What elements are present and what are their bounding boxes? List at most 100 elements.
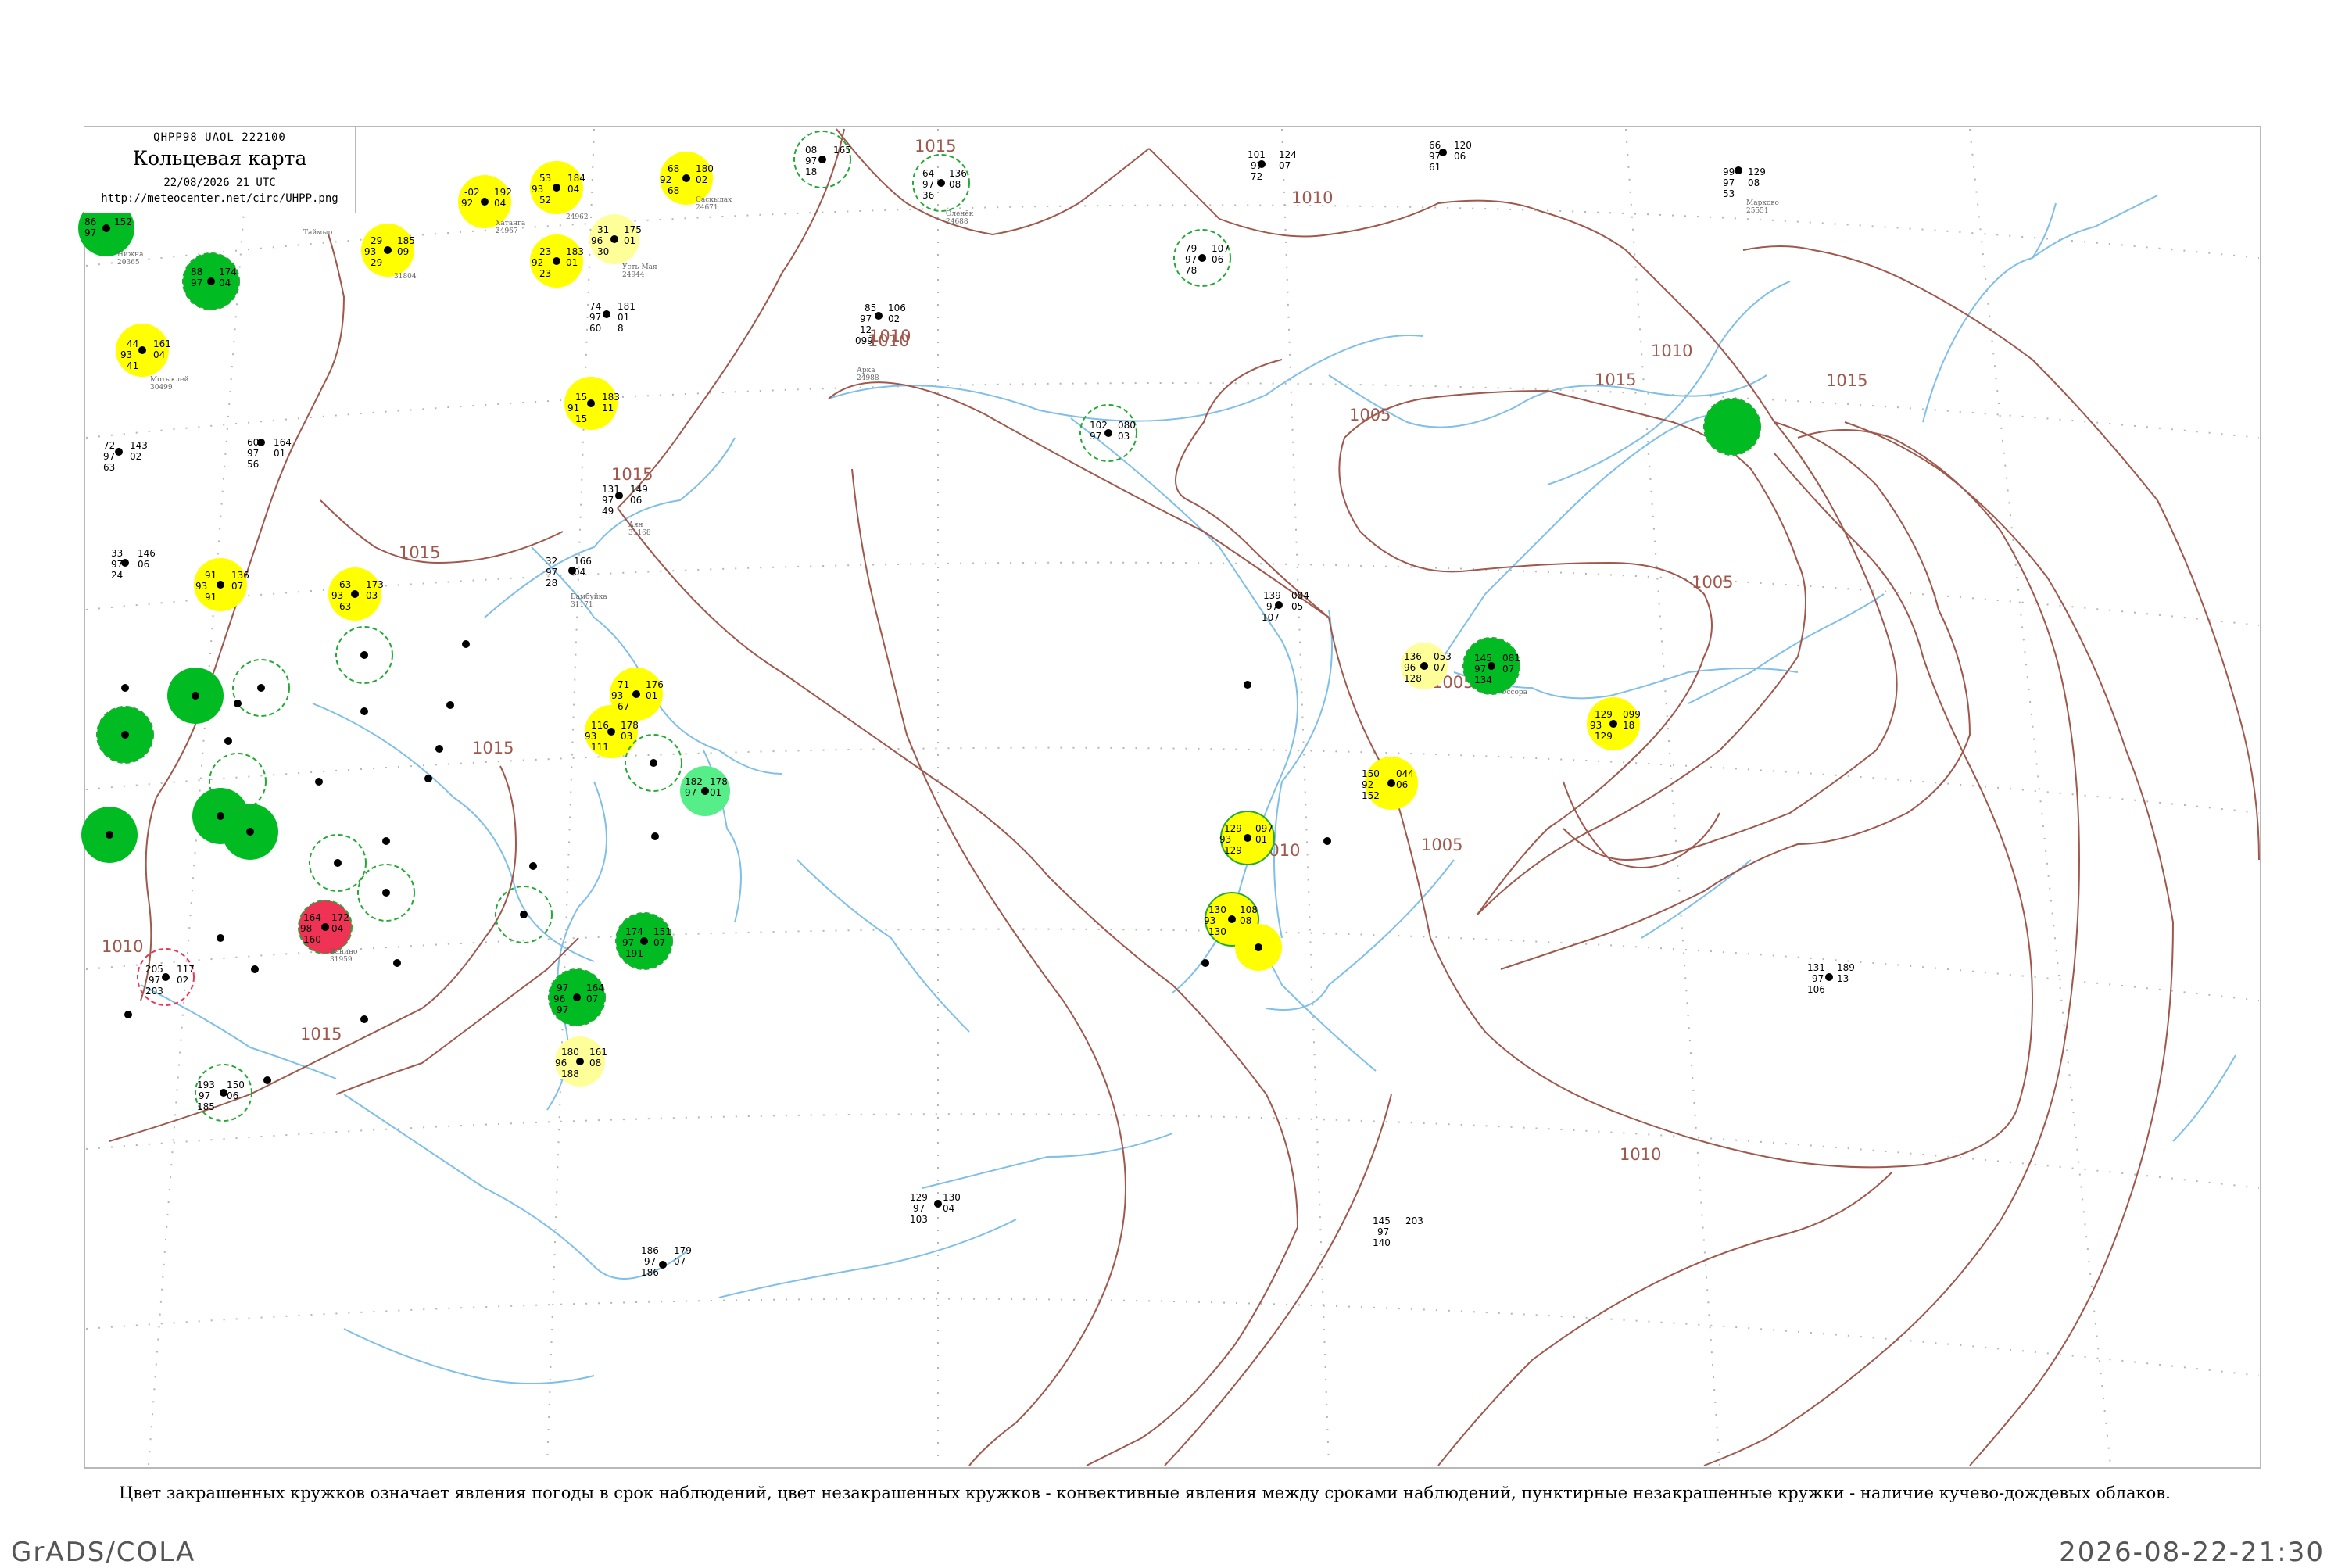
station-name: Бамбуйка [571,592,607,601]
station-value: 129 [1224,845,1242,856]
station-name: Саскылах [696,196,732,204]
station-value: 164 [274,437,292,448]
station-value: 86 [84,217,96,227]
station-value: 8 [618,323,624,334]
station-value: 178 [621,720,639,731]
station-id: 31804 [394,273,417,281]
station-value: 24 [111,570,123,581]
station-value: 099 [1623,709,1641,720]
station-value: 101 [1248,149,1266,160]
station-id: 24671 [696,204,718,212]
station-id: 24944 [622,271,645,279]
station-value: 07 [1434,662,1445,673]
station-value: 03 [1118,431,1130,442]
station-id: 31171 [571,601,593,609]
station-value: 79 [1185,243,1197,254]
station-value: 149 [630,484,648,495]
station-value: 09 [397,246,409,257]
map-frame [84,126,2261,1469]
station-value: 85 [865,303,876,313]
station-value: 07 [231,581,243,592]
station-value: 161 [589,1047,607,1058]
station-value: 04 [219,277,231,288]
station-value: 04 [331,923,343,934]
station-id: 24967 [496,227,518,235]
station-value: 179 [674,1245,692,1256]
station-value: 91 [205,570,217,581]
station-value: 93 [195,581,207,592]
station-value: 186 [641,1267,659,1278]
map-time: 22/08/2026 21 UTC [163,177,276,189]
station-value: 06 [138,559,149,570]
station-value: 06 [1212,254,1223,265]
isobar-label: 1015 [1826,371,1867,390]
isobar-label: 1015 [611,465,653,484]
station-value: 205 [145,964,163,975]
station-value: 23 [539,246,551,257]
station-name: Ванино [330,948,357,956]
station-value: 203 [145,986,163,997]
station-value: 129 [910,1192,928,1203]
station-value: 97 [1723,177,1735,188]
station-value: 06 [227,1090,238,1101]
station-value: 49 [602,506,614,517]
station-value: 183 [566,246,584,257]
station-value: 174 [219,267,237,277]
station-value: 11 [602,403,614,413]
station-value: 98 [300,923,312,934]
station-name: Таймыр [303,229,333,237]
isobar-label: 1015 [399,543,440,562]
station-value: 129 [1595,731,1613,742]
station-value: 183 [602,392,620,403]
station-value: 97 [1474,664,1486,675]
station-id: 24988 [857,374,879,382]
station-value: 29 [371,235,382,246]
station-value: 92 [660,174,671,185]
station-value: 102 [1090,420,1108,431]
station-value: 116 [591,720,609,731]
station-name: Аян [628,521,643,529]
station-value: 107 [1212,243,1230,254]
station-value: 04 [494,198,506,209]
station-value: 91 [567,403,579,413]
station-value: 96 [555,1058,567,1069]
station-value: 099 [855,335,873,346]
station-value: 72 [103,440,115,451]
station-value: 160 [303,934,321,945]
station-name: Нижна [117,251,144,259]
station-value: 136 [231,570,249,581]
station-value: 97 [111,559,123,570]
station-value: 97 [191,277,202,288]
station-value: 136 [949,168,967,179]
station-value: 146 [138,548,156,559]
station-value: 186 [641,1245,659,1256]
station-value: 97 [805,156,817,166]
station-value: 04 [574,567,585,578]
synoptic-map: 1015 1010 1015 1015 1015 1010 1010 1005 … [78,126,2261,1469]
station-value: 93 [1590,720,1602,731]
station-value: 93 [331,590,343,601]
isobar-label: 1010 [868,331,909,350]
isobar-label: 1005 [1692,573,1733,592]
station-value: 180 [561,1047,579,1058]
station-value: 176 [646,679,664,690]
map-url: http://meteocenter.net/circ/UHPP.png [101,192,338,205]
station-value: 01 [1255,834,1267,845]
station-value: 97 [922,179,934,190]
station-id: 20365 [117,259,140,267]
station-value: 93 [532,184,543,195]
station-value: 32 [546,556,557,567]
station-value: 129 [1595,709,1613,720]
station-value: 15 [575,413,587,424]
station-value: 15 [575,392,587,403]
station-value: 131 [602,484,620,495]
station-value: 96 [553,993,565,1004]
station-value: 107 [1262,612,1280,623]
station-value: 180 [696,163,714,174]
station-value: 07 [653,937,665,948]
station-value: 193 [197,1079,215,1090]
station-value: 93 [120,349,132,360]
station-value: 93 [1219,834,1231,845]
station-value: 41 [127,360,138,371]
station-value: 06 [1454,151,1466,162]
